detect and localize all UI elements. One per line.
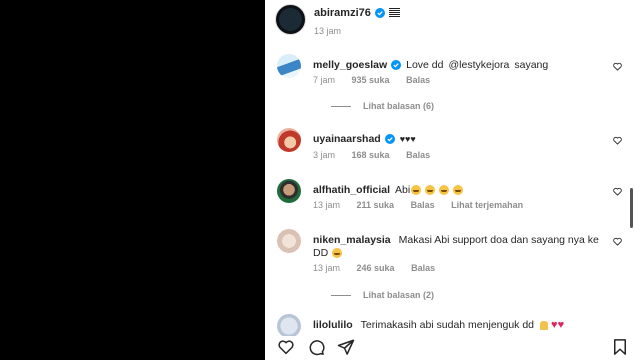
view-replies-button[interactable]: Lihat balasan (6) — [331, 101, 434, 111]
comment-line-2: DD — [313, 247, 343, 259]
comment-text: Abi — [395, 184, 411, 196]
crying-emoji-icon — [439, 185, 450, 196]
crying-emoji-icon — [425, 185, 436, 196]
flag-icon — [388, 8, 400, 18]
comment-meta: 13 jam 211 suka Balas Lihat terjemahan — [313, 200, 537, 210]
crying-emoji-icon — [411, 185, 422, 196]
scrollbar-thumb[interactable] — [630, 188, 633, 228]
comment-meta: 13 jam 246 suka Balas — [313, 263, 449, 273]
comment-line: lilolulilo Terimakasih abi sudah menjeng… — [313, 319, 564, 331]
comment-line: melly_goeslaw Love dd @lestykejora sayan… — [313, 59, 548, 71]
author-avatar[interactable] — [275, 4, 306, 35]
heart-icon[interactable] — [613, 136, 622, 145]
comment-text-end: sayang — [514, 59, 549, 71]
comment-time: 13 jam — [313, 200, 341, 210]
comment-meta: 7 jam 935 suka Balas — [313, 75, 444, 85]
heart-icon[interactable] — [277, 338, 295, 356]
comment-username[interactable]: uyainaarshad — [313, 133, 381, 145]
comment-time: 13 jam — [313, 263, 341, 273]
heart-icon[interactable] — [613, 237, 622, 246]
folded-hands-emoji-icon — [540, 320, 549, 330]
author-username[interactable]: abiramzi76 — [314, 7, 371, 19]
post-action-bar — [265, 336, 640, 360]
comment-text: Love dd — [406, 59, 444, 71]
replies-divider — [331, 105, 351, 107]
commenter-avatar[interactable] — [277, 314, 301, 338]
reply-button[interactable]: Balas — [411, 200, 435, 210]
translate-button[interactable]: Lihat terjemahan — [451, 200, 523, 210]
comment-time: 3 jam — [313, 150, 336, 160]
replies-divider — [331, 294, 351, 296]
comment-username[interactable]: niken_malaysia — [313, 234, 391, 246]
verified-badge-icon — [391, 60, 402, 70]
comment-likes[interactable]: 935 suka — [352, 75, 390, 85]
heart-eyes-emoji-icon — [332, 248, 343, 258]
comment-text-2: DD — [313, 247, 329, 259]
bookmark-icon[interactable] — [611, 338, 629, 356]
comment-text: ♥♥♥ — [399, 134, 416, 144]
author-line: abiramzi76 — [314, 7, 400, 19]
view-replies-label: Lihat balasan (2) — [363, 290, 435, 300]
comment-text: Terimakasih abi sudah menjenguk dd — [360, 319, 535, 331]
crying-emoji-group — [411, 184, 464, 196]
view-replies-label: Lihat balasan (6) — [363, 101, 435, 111]
comment-username[interactable]: melly_goeslaw — [313, 59, 387, 71]
commenter-avatar[interactable] — [277, 128, 301, 152]
comments-panel: abiramzi76 13 jam melly_goeslaw Love dd … — [265, 0, 640, 360]
red-heart-emoji-icon: ♥♥ — [551, 319, 565, 331]
comment-likes[interactable]: 211 suka — [357, 200, 395, 210]
commenter-avatar[interactable] — [277, 179, 301, 203]
reply-button[interactable]: Balas — [406, 75, 430, 85]
heart-icon[interactable] — [613, 187, 622, 196]
share-icon[interactable] — [337, 338, 355, 356]
post-time: 13 jam — [314, 26, 342, 36]
reply-button[interactable]: Balas — [406, 150, 430, 160]
view-replies-button[interactable]: Lihat balasan (2) — [331, 290, 434, 300]
verified-badge-icon — [384, 134, 395, 144]
comment-meta: 3 jam 168 suka Balas — [313, 150, 444, 160]
comment-line: niken_malaysia Makasi Abi support doa da… — [313, 234, 599, 246]
comment-icon[interactable] — [307, 338, 325, 356]
reply-button[interactable]: Balas — [411, 263, 435, 273]
comment-mention[interactable]: @lestykejora — [449, 59, 510, 71]
crying-emoji-icon — [452, 185, 463, 196]
verified-badge-icon — [374, 8, 385, 18]
comment-line: alfhatih_official Abi — [313, 184, 464, 196]
comment-username[interactable]: lilolulilo — [313, 319, 353, 331]
comment-likes[interactable]: 246 suka — [357, 263, 395, 273]
commenter-avatar[interactable] — [277, 229, 301, 253]
heart-icon[interactable] — [613, 62, 622, 71]
comment-line: uyainaarshad ♥♥♥ — [313, 133, 416, 145]
comment-username[interactable]: alfhatih_official — [313, 184, 390, 196]
comment-time: 7 jam — [313, 75, 336, 85]
commenter-avatar[interactable] — [277, 54, 301, 78]
comment-text: Makasi Abi support doa dan sayang nya ke — [398, 234, 599, 246]
comment-likes[interactable]: 168 suka — [352, 150, 390, 160]
